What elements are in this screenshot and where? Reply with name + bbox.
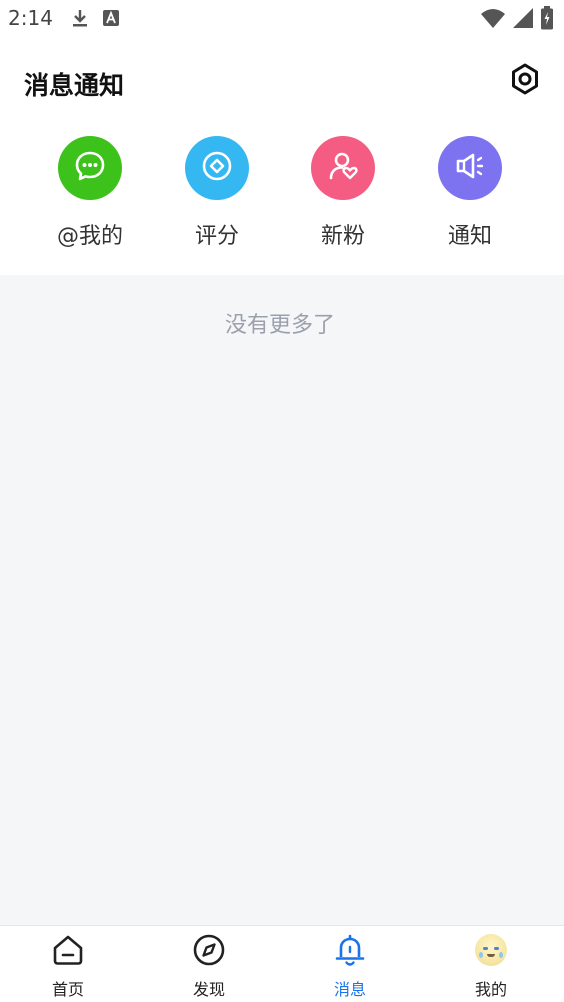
category-new-fans[interactable]: 新粉 xyxy=(288,136,398,261)
empty-state-text: 没有更多了 xyxy=(224,313,335,338)
nav-item-me[interactable]: 我的 xyxy=(441,932,541,1000)
nav-item-home[interactable]: 首页 xyxy=(18,932,118,1000)
a-box-icon xyxy=(102,10,119,26)
nav-label-home: 首页 xyxy=(51,980,84,999)
category-mentions[interactable]: @我的 xyxy=(35,136,145,261)
status-right xyxy=(480,6,554,34)
bottom-nav: 首页 发现 消息 我的 xyxy=(0,925,564,1002)
category-ratings-circle xyxy=(185,136,249,200)
status-bar: 2:14 xyxy=(0,0,564,36)
cellular-icon xyxy=(512,7,534,33)
avatar xyxy=(475,934,507,966)
nav-label-messages: 消息 xyxy=(333,980,366,999)
category-mentions-circle xyxy=(58,136,122,200)
chat-bubble-icon xyxy=(73,149,107,187)
page-title: 消息通知 xyxy=(24,71,125,100)
category-ratings-label: 评分 xyxy=(194,224,239,249)
nav-item-discover[interactable]: 发现 xyxy=(159,932,259,1000)
category-notifications-label: 通知 xyxy=(447,224,492,249)
avatar-wrapper xyxy=(473,932,509,968)
category-new-fans-circle xyxy=(311,136,375,200)
category-notifications-circle xyxy=(438,136,502,200)
avatar-tear-right xyxy=(499,952,503,958)
avatar-eye-right xyxy=(494,947,499,950)
user-heart-icon xyxy=(326,149,360,187)
category-ratings[interactable]: 评分 xyxy=(162,136,272,261)
avatar-mouth xyxy=(487,954,495,957)
battery-icon xyxy=(540,6,554,34)
header: 消息通知 xyxy=(0,36,564,126)
home-icon xyxy=(50,932,86,968)
message-list[interactable]: 没有更多了 xyxy=(0,275,564,925)
download-icon xyxy=(71,8,89,28)
settings-button[interactable] xyxy=(508,62,542,100)
wifi-icon xyxy=(480,7,506,33)
status-time: 2:14 xyxy=(8,6,53,30)
category-new-fans-label: 新粉 xyxy=(320,224,365,249)
message-categories: @我的 评分 新粉 通知 xyxy=(0,126,564,275)
avatar-eye-left xyxy=(483,947,488,950)
category-mentions-label: @我的 xyxy=(56,224,123,249)
gear-icon xyxy=(508,62,542,100)
screen: 2:14 消息通知 @我的 评分 新粉 通知 没有更多了 首页 发现 消息 我的 xyxy=(0,0,564,1002)
diamond-icon xyxy=(200,149,234,187)
nav-label-me: 我的 xyxy=(474,980,507,999)
avatar-tear-left xyxy=(479,952,483,958)
compass-icon xyxy=(191,932,227,968)
nav-label-discover: 发现 xyxy=(192,980,225,999)
nav-item-messages[interactable]: 消息 xyxy=(300,932,400,1000)
category-notifications[interactable]: 通知 xyxy=(415,136,525,261)
speaker-icon xyxy=(453,149,487,187)
bell-icon xyxy=(332,932,368,968)
